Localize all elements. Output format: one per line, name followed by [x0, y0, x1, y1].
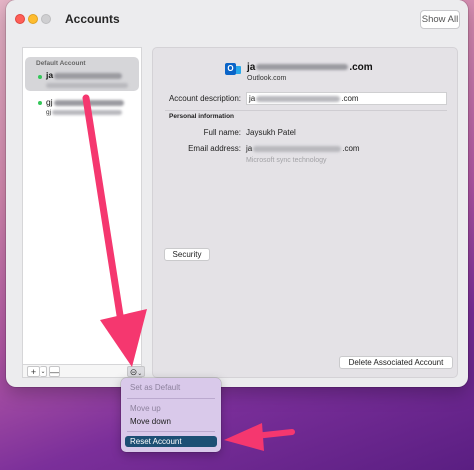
account-row-default[interactable]: Default Account ja: [25, 57, 139, 91]
menu-separator: [127, 398, 215, 399]
account-status-dot: [38, 101, 42, 105]
remove-account-button[interactable]: —: [49, 366, 60, 377]
account-email: ja: [46, 70, 123, 80]
outlook-icon: O: [225, 61, 241, 77]
annotation-arrow-shaft-2: [252, 429, 295, 439]
full-name-label: Full name:: [203, 128, 241, 137]
menu-item-move-up[interactable]: Move up: [125, 403, 217, 414]
account-email: gj: [46, 97, 124, 107]
account-actions-menu: Set as Default Move up Move down Reset A…: [121, 378, 221, 452]
full-name-value: Jaysukh Patel: [246, 128, 296, 137]
menu-item-reset-account[interactable]: Reset Account: [125, 436, 217, 447]
divider: [165, 110, 447, 111]
accounts-sidebar: Default Account ja gj gj: [22, 47, 142, 365]
account-type: Outlook.com: [247, 75, 287, 82]
account-subtitle: [46, 82, 128, 89]
sync-technology-hint: Microsoft sync technology: [246, 157, 327, 164]
default-account-label: Default Account: [36, 60, 86, 67]
account-row-secondary[interactable]: gj gj: [25, 92, 139, 122]
email-address-label: Email address:: [188, 144, 241, 153]
add-account-button[interactable]: +: [27, 366, 40, 377]
actions-menu-button[interactable]: ⊝⌄: [127, 366, 145, 377]
menu-separator: [127, 431, 215, 432]
account-description-field[interactable]: ja .com: [246, 92, 447, 105]
delete-associated-account-button[interactable]: Delete Associated Account: [339, 356, 453, 369]
zoom-window-button[interactable]: [41, 14, 51, 24]
security-button[interactable]: Security: [164, 248, 210, 261]
personal-info-heading: Personal information: [169, 113, 235, 120]
close-window-button[interactable]: [15, 14, 25, 24]
account-title: ja .com: [247, 62, 373, 73]
show-all-button[interactable]: Show All: [420, 10, 460, 29]
account-status-dot: [38, 75, 42, 79]
add-menu-chevron-icon[interactable]: ⌄: [40, 366, 47, 377]
sidebar-toolbar: + ⌄ — ⊝⌄: [22, 365, 145, 378]
title-bar: Accounts Show All: [6, 0, 468, 38]
email-address-value: ja .com: [246, 144, 360, 153]
accounts-window: Accounts Show All Default Account ja gj …: [6, 0, 468, 387]
account-detail-panel: O ja .com Outlook.com Account description…: [152, 47, 458, 378]
annotation-arrow-head-2: [224, 423, 264, 451]
window-title: Accounts: [65, 12, 120, 26]
menu-item-move-down[interactable]: Move down: [125, 416, 217, 427]
account-subtitle: gj: [46, 109, 123, 116]
account-description-label: Account description:: [168, 94, 241, 103]
minimize-window-button[interactable]: [28, 14, 38, 24]
menu-item-set-as-default[interactable]: Set as Default: [125, 382, 217, 393]
